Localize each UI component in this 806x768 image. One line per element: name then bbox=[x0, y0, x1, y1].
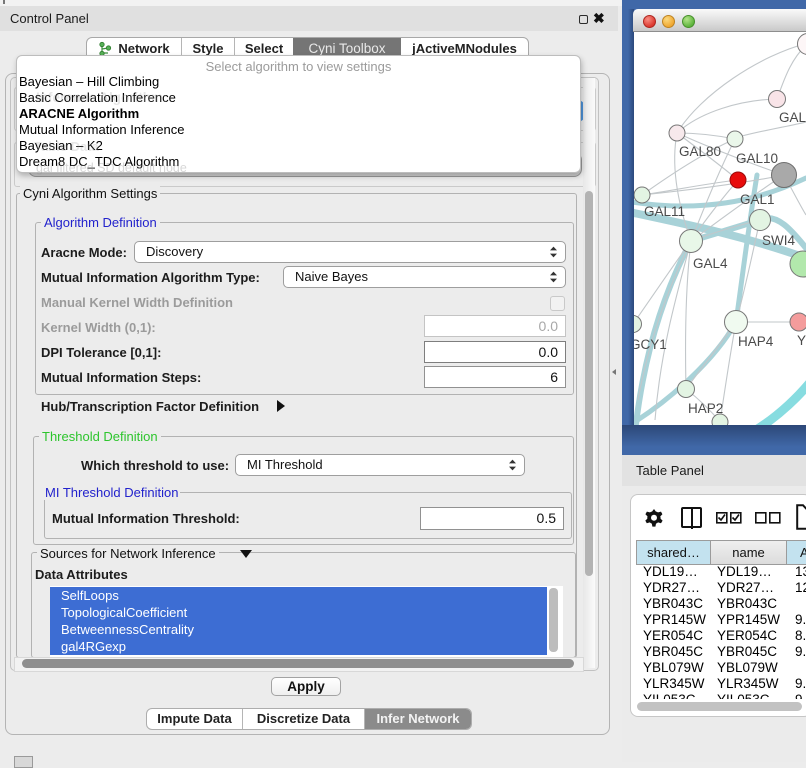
svg-text:GAL: GAL bbox=[779, 110, 806, 125]
svg-text:Y: Y bbox=[797, 333, 806, 348]
svg-text:GAL11: GAL11 bbox=[644, 204, 685, 219]
svg-text:GAL4: GAL4 bbox=[693, 256, 728, 271]
svg-text:GCY1: GCY1 bbox=[634, 337, 667, 352]
svg-text:SWI4: SWI4 bbox=[762, 233, 795, 248]
svg-text:GAL80: GAL80 bbox=[679, 144, 721, 159]
svg-text:HAP2: HAP2 bbox=[688, 401, 723, 416]
svg-text:GAL10: GAL10 bbox=[736, 151, 778, 166]
svg-text:HAP4: HAP4 bbox=[738, 334, 774, 349]
svg-text:GAL1: GAL1 bbox=[740, 192, 775, 207]
